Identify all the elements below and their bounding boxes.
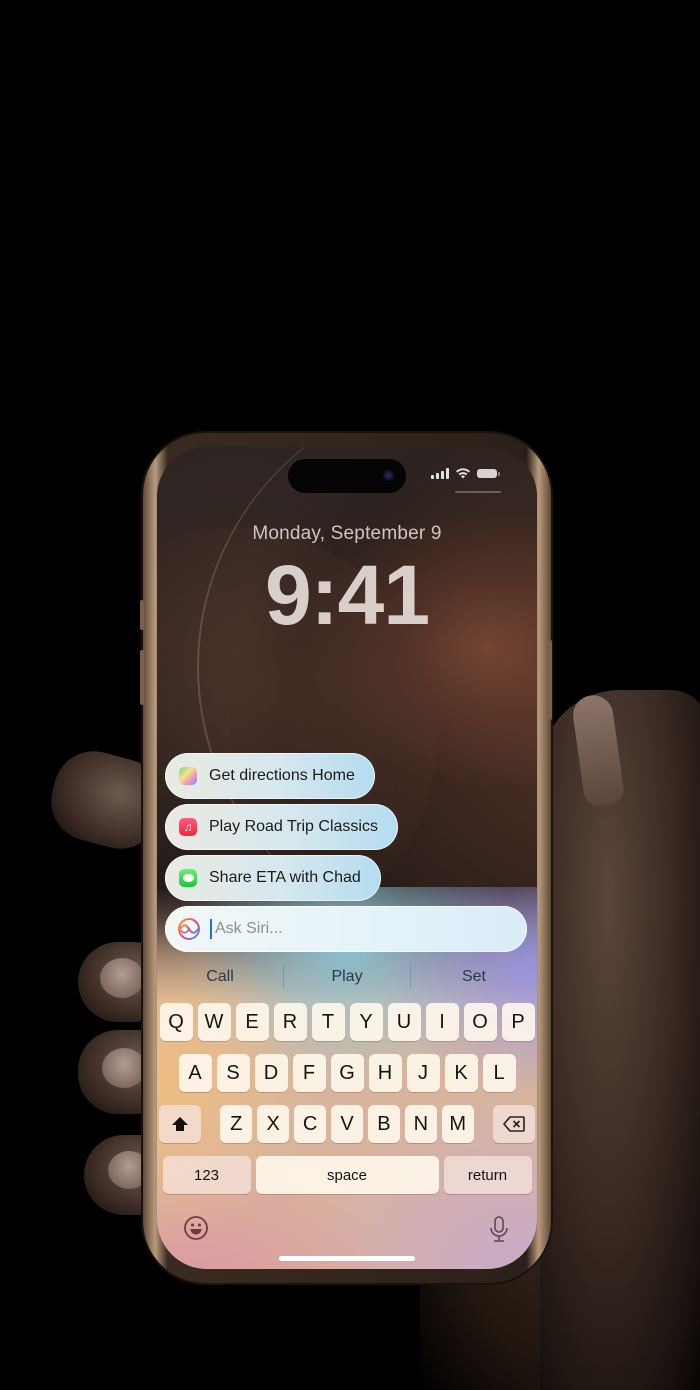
key-n[interactable]: N: [404, 1105, 437, 1143]
front-camera: [383, 470, 394, 481]
key-b[interactable]: B: [367, 1105, 400, 1143]
key-v[interactable]: V: [331, 1105, 363, 1143]
music-app-icon: ♫: [179, 818, 197, 836]
key-z[interactable]: Z: [220, 1105, 253, 1143]
shift-icon: [171, 1117, 188, 1131]
siri-icon: [178, 918, 200, 940]
key-d[interactable]: D: [254, 1054, 288, 1092]
predictive-text-bar: Call Play Set: [157, 959, 537, 995]
phone-screen: Monday, September 9 9:41 Get directions …: [157, 447, 537, 1269]
suggestion-play-music[interactable]: ♫ Play Road Trip Classics: [165, 804, 398, 850]
ask-siri-input[interactable]: [213, 919, 497, 939]
key-s[interactable]: S: [216, 1054, 250, 1092]
key-x[interactable]: X: [257, 1105, 290, 1143]
volume-up-button: [140, 650, 144, 705]
keyboard-row-1: Q W E R T Y U I O P: [159, 1003, 535, 1041]
action-button: [140, 600, 144, 630]
suggestion-label: Get directions Home: [209, 767, 355, 784]
keyboard-row-2: A S D F G H J K L: [159, 1054, 535, 1092]
cellular-signal-icon: [431, 467, 449, 479]
key-t[interactable]: T: [311, 1003, 345, 1041]
key-i[interactable]: I: [425, 1003, 459, 1041]
messages-app-icon: [179, 869, 197, 887]
numbers-key[interactable]: 123: [162, 1156, 251, 1194]
lock-screen-date: Monday, September 9: [252, 523, 442, 544]
wifi-icon: [456, 468, 470, 479]
suggestion-get-directions[interactable]: Get directions Home: [165, 753, 375, 799]
ask-siri-field[interactable]: [165, 906, 527, 952]
home-indicator[interactable]: [279, 1256, 415, 1261]
key-h[interactable]: H: [368, 1054, 402, 1092]
maps-app-icon: [179, 767, 197, 785]
dynamic-island: [288, 459, 406, 493]
key-q[interactable]: Q: [159, 1003, 193, 1041]
key-j[interactable]: J: [406, 1054, 440, 1092]
prediction-play[interactable]: Play: [284, 968, 410, 986]
space-key[interactable]: space: [255, 1156, 439, 1194]
suggestion-share-eta[interactable]: Share ETA with Chad: [165, 855, 381, 901]
key-r[interactable]: R: [273, 1003, 307, 1041]
key-m[interactable]: M: [441, 1105, 474, 1143]
keyboard: Q W E R T Y U I O P A S D F G H J K L Z …: [159, 1003, 535, 1207]
delete-key[interactable]: [493, 1105, 535, 1143]
siri-suggestions: Get directions Home ♫ Play Road Trip Cla…: [165, 753, 398, 906]
emoji-icon[interactable]: [183, 1215, 209, 1241]
key-y[interactable]: Y: [349, 1003, 383, 1041]
keyboard-bottom-bar: [157, 1215, 537, 1249]
microphone-icon[interactable]: [489, 1215, 509, 1243]
key-l[interactable]: L: [482, 1054, 516, 1092]
suggestion-label: Share ETA with Chad: [209, 869, 361, 886]
return-key[interactable]: return: [443, 1156, 532, 1194]
text-cursor: [210, 919, 212, 939]
side-button: [548, 640, 552, 720]
key-g[interactable]: G: [330, 1054, 364, 1092]
prediction-set[interactable]: Set: [411, 968, 537, 986]
battery-icon: [477, 468, 500, 478]
control-center-indicator: [455, 491, 501, 493]
status-bar: [431, 467, 500, 479]
key-a[interactable]: A: [178, 1054, 212, 1092]
prediction-call[interactable]: Call: [157, 968, 283, 986]
key-k[interactable]: K: [444, 1054, 478, 1092]
key-f[interactable]: F: [292, 1054, 326, 1092]
lock-screen-time: 9:41: [264, 548, 430, 642]
key-u[interactable]: U: [387, 1003, 421, 1041]
key-p[interactable]: P: [501, 1003, 535, 1041]
keyboard-row-4: 123 space return: [159, 1156, 535, 1194]
key-e[interactable]: E: [235, 1003, 269, 1041]
suggestion-label: Play Road Trip Classics: [209, 818, 378, 835]
key-w[interactable]: W: [197, 1003, 231, 1041]
key-c[interactable]: C: [294, 1105, 327, 1143]
shift-key[interactable]: [159, 1105, 201, 1143]
key-o[interactable]: O: [463, 1003, 497, 1041]
backspace-icon: [503, 1116, 525, 1132]
keyboard-row-3: Z X C V B N M: [159, 1105, 535, 1143]
